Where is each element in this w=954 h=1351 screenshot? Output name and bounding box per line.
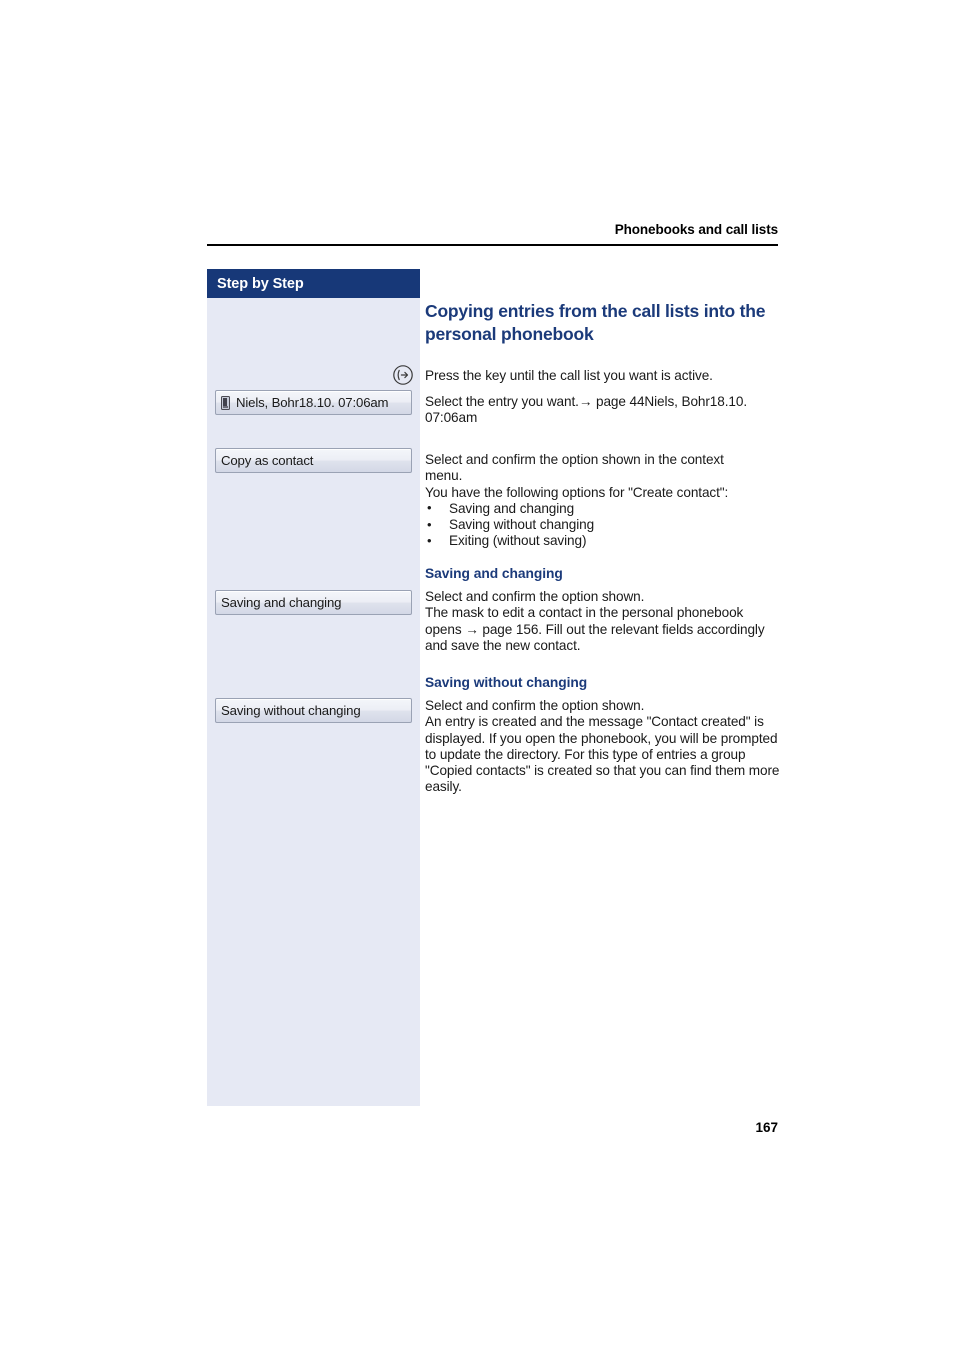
intro-paragraph: Press the key until the call list you wa… — [425, 368, 713, 383]
saving-without-changing-label: Saving without changing — [221, 703, 361, 718]
saving-without-changing-body-block: Select and confirm the option shown. An … — [425, 698, 780, 796]
running-header-title: Phonebooks and call lists — [614, 222, 778, 237]
context-paragraph-line-1: Select and confirm the option shown in t… — [425, 452, 724, 467]
main-content: Copying entries from the call lists into… — [425, 300, 780, 794]
saving-and-changing-body-block: Select and confirm the option shown. The… — [425, 589, 780, 654]
context-menu-block: Select and confirm the option shown in t… — [425, 452, 780, 550]
context-paragraph-line-3: You have the following options for "Crea… — [425, 484, 729, 500]
saving-and-changing-heading-block: Saving and changing — [425, 565, 780, 582]
handset-icon — [221, 395, 230, 410]
call-list-key-icon — [392, 364, 414, 386]
saving-and-changing-label: Saving and changing — [221, 595, 342, 610]
call-list-entry-button[interactable]: Niels, Bohr18.10. 07:06am — [215, 390, 412, 415]
sidebar-title: Step by Step — [217, 275, 304, 292]
context-paragraph-line-2: menu. — [425, 468, 463, 484]
options-list: Saving and changing Saving without chang… — [425, 500, 780, 550]
page-title: Copying entries from the call lists into… — [425, 301, 766, 344]
list-item: Saving and changing — [425, 500, 780, 517]
saving-without-changing-button[interactable]: Saving without changing — [215, 698, 412, 723]
call-list-entry-label: Niels, Bohr18.10. 07:06am — [236, 395, 389, 410]
page-number: 167 — [755, 1120, 778, 1135]
list-item: Saving without changing — [425, 517, 780, 534]
saving-without-changing-body: Select and confirm the option shown. An … — [425, 698, 780, 795]
saving-without-changing-heading-block: Saving without changing — [425, 674, 780, 691]
list-item: Exiting (without saving) — [425, 533, 780, 550]
saving-and-changing-button[interactable]: Saving and changing — [215, 590, 412, 615]
intro-block: Press the key until the call list you wa… — [425, 368, 780, 384]
saving-and-changing-heading: Saving and changing — [425, 566, 563, 581]
sidebar-header: Step by Step — [207, 269, 420, 298]
select-entry-paragraph: Select the entry you want.→ page 44Niels… — [425, 394, 747, 426]
document-page: Phonebooks and call lists Step by Step N… — [0, 0, 954, 1351]
saving-without-changing-heading: Saving without changing — [425, 675, 588, 690]
copy-as-contact-button[interactable]: Copy as contact — [215, 448, 412, 473]
page-header: Phonebooks and call lists — [207, 222, 778, 246]
copy-as-contact-label: Copy as contact — [221, 453, 314, 468]
header-divider — [207, 244, 778, 246]
select-entry-block: Select the entry you want.→ page 44Niels… — [425, 394, 780, 427]
saving-and-changing-body: Select and confirm the option shown. The… — [425, 589, 765, 653]
